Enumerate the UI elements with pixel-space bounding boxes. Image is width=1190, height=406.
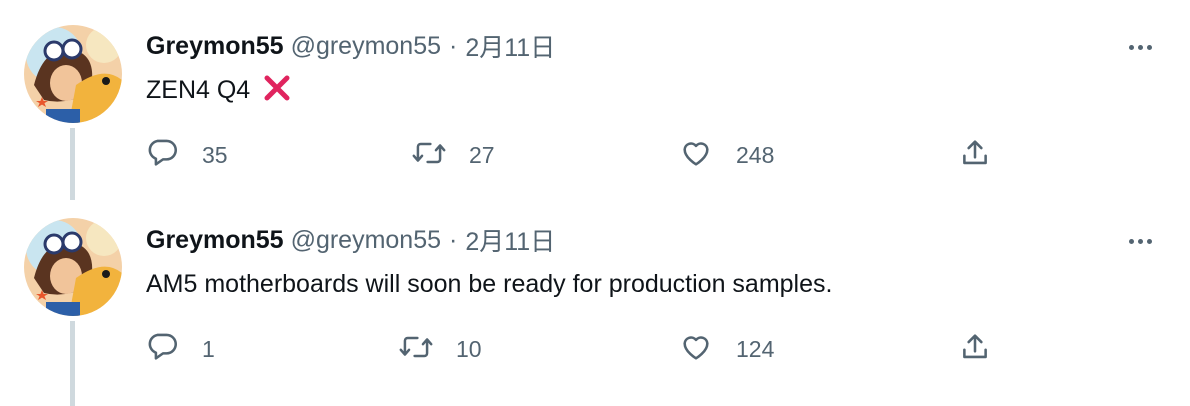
reply-icon — [146, 330, 180, 369]
share-icon — [958, 330, 992, 369]
action-bar: 35 27 248 — [146, 135, 1006, 175]
separator: · — [449, 225, 458, 254]
heart-icon — [678, 136, 714, 175]
author-handle[interactable]: @greymon55 — [291, 32, 441, 61]
cross-mark-icon — [263, 74, 291, 112]
share-button[interactable] — [958, 329, 992, 369]
share-icon — [958, 136, 992, 175]
author-name[interactable]: Greymon55 — [146, 226, 284, 255]
tweet[interactable]: Greymon55 @greymon55 · 2月11日 ZEN4 Q4 35 … — [0, 0, 1190, 200]
like-button[interactable]: 124 — [678, 329, 774, 369]
like-count: 248 — [736, 141, 775, 168]
avatar[interactable] — [24, 25, 122, 123]
tweet-text: ZEN4 Q4 — [146, 72, 291, 112]
tweet-date[interactable]: 2月11日 — [465, 222, 555, 258]
thread-line — [70, 128, 75, 200]
thread-line — [70, 321, 75, 406]
reply-count: 35 — [202, 141, 228, 168]
reply-icon — [146, 136, 180, 175]
more-icon[interactable] — [1122, 35, 1158, 59]
tweet-header: Greymon55 @greymon55 · 2月11日 — [146, 29, 555, 63]
retweet-count: 10 — [456, 335, 482, 362]
avatar[interactable] — [24, 218, 122, 316]
retweet-button[interactable]: 10 — [398, 329, 482, 369]
reply-button[interactable]: 35 — [146, 135, 228, 175]
more-icon[interactable] — [1122, 229, 1158, 253]
separator: · — [449, 31, 458, 60]
tweet[interactable]: Greymon55 @greymon55 · 2月11日 AM5 motherb… — [0, 200, 1190, 406]
reply-count: 1 — [202, 335, 215, 362]
heart-icon — [678, 330, 714, 369]
share-button[interactable] — [958, 135, 992, 175]
tweet-date[interactable]: 2月11日 — [465, 28, 555, 64]
tweet-header: Greymon55 @greymon55 · 2月11日 — [146, 223, 555, 257]
retweet-button[interactable]: 27 — [411, 135, 495, 175]
tweet-text: AM5 motherboards will soon be ready for … — [146, 270, 833, 298]
like-button[interactable]: 248 — [678, 135, 774, 175]
author-name[interactable]: Greymon55 — [146, 32, 284, 61]
retweet-icon — [398, 330, 434, 369]
action-bar: 1 10 124 — [146, 329, 1006, 369]
author-handle[interactable]: @greymon55 — [291, 226, 441, 255]
retweet-count: 27 — [469, 141, 495, 168]
like-count: 124 — [736, 335, 775, 362]
tweet-text-content: ZEN4 Q4 — [146, 76, 251, 104]
reply-button[interactable]: 1 — [146, 329, 215, 369]
retweet-icon — [411, 136, 447, 175]
